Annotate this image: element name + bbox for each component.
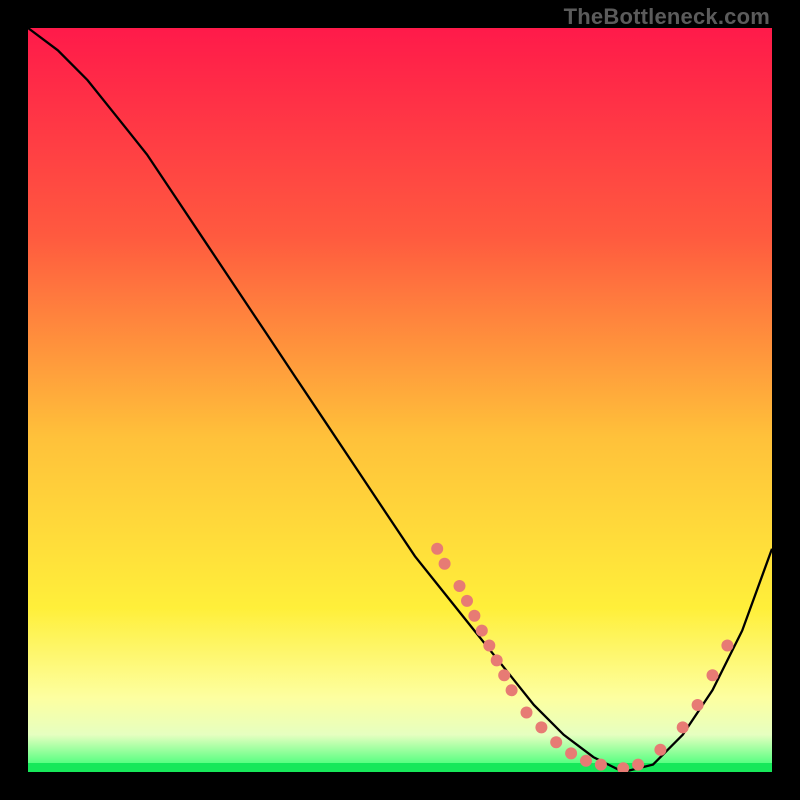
curve-dot [707, 669, 719, 681]
bottleneck-curve-svg [28, 28, 772, 772]
curve-dot [692, 699, 704, 711]
curve-dot [654, 744, 666, 756]
curve-dot [595, 759, 607, 771]
curve-dot [439, 558, 451, 570]
watermark-text: TheBottleneck.com [564, 4, 770, 30]
curve-dot [617, 762, 629, 772]
curve-dot [632, 759, 644, 771]
curve-dot [491, 654, 503, 666]
curve-dot [521, 707, 533, 719]
curve-dot [461, 595, 473, 607]
curve-dot [468, 610, 480, 622]
curve-dot [483, 640, 495, 652]
curve-dot [535, 721, 547, 733]
curve-dot [580, 755, 592, 767]
bottleneck-curve [28, 28, 772, 772]
curve-dot [677, 721, 689, 733]
plot-area [28, 28, 772, 772]
curve-dots [431, 543, 733, 772]
curve-dot [498, 669, 510, 681]
chart-container: TheBottleneck.com [0, 0, 800, 800]
curve-dot [431, 543, 443, 555]
curve-dot [565, 747, 577, 759]
curve-dot [721, 640, 733, 652]
curve-dot [506, 684, 518, 696]
curve-dot [476, 625, 488, 637]
curve-dot [550, 736, 562, 748]
curve-dot [454, 580, 466, 592]
